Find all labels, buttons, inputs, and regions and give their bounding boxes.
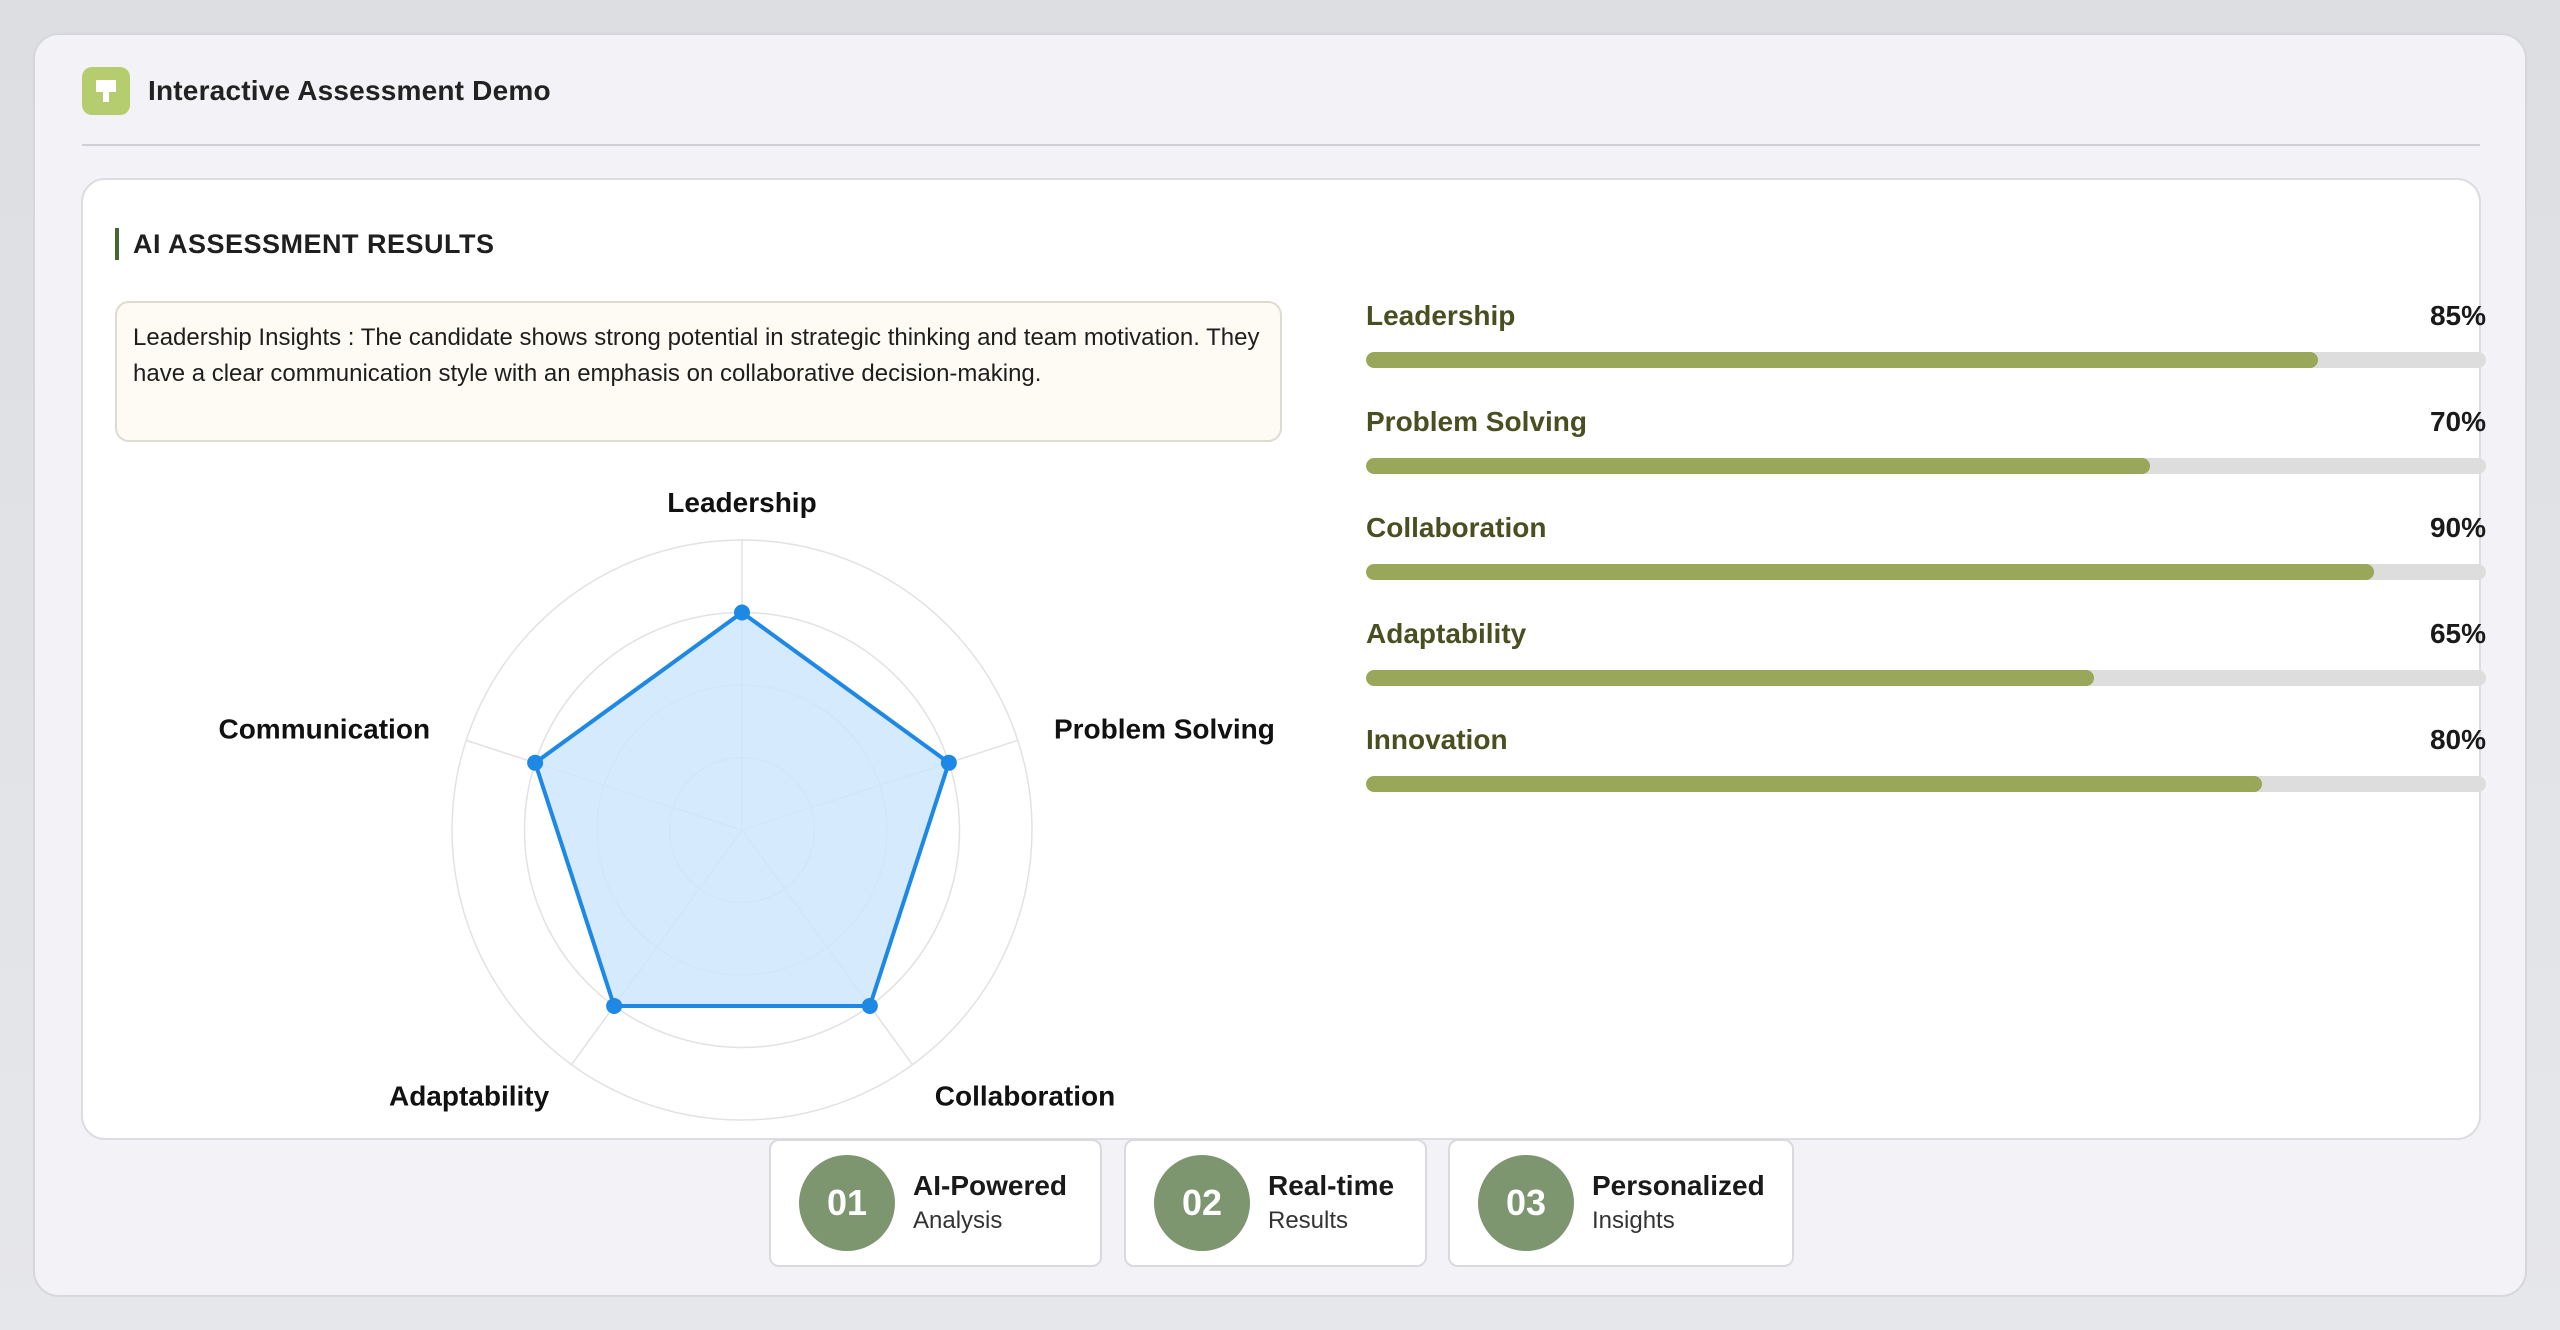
feature-subtitle: Insights (1592, 1207, 1675, 1234)
app-logo-icon (82, 67, 130, 115)
feature-number-badge: 02 (1154, 1155, 1250, 1251)
radar-point-adaptability (606, 997, 623, 1014)
feature-card-ai-analysis[interactable]: 01 AI-Powered Analysis (769, 1139, 1102, 1267)
score-fill (1366, 352, 2318, 368)
score-fill (1366, 776, 2262, 792)
score-percent: 70% (2429, 406, 2486, 437)
score-percent: 80% (2429, 724, 2486, 755)
score-track (1366, 776, 2486, 792)
feature-card-personalized-insights[interactable]: 03 Personalized Insights (1448, 1139, 1794, 1267)
radar-point-communication (527, 754, 544, 771)
radar-point-problem-solving (940, 754, 957, 771)
radar-chart-area: Leadership Problem Solving Collaboration Ad… (83, 180, 1333, 1142)
score-track (1366, 458, 2486, 474)
score-percent: 85% (2429, 300, 2486, 331)
feature-number-badge: 01 (799, 1155, 895, 1251)
score-row-problem-solving: Problem Solving 70% (1366, 406, 2486, 512)
results-card: AI ASSESSMENT RESULTS Leadership Insight… (81, 178, 2486, 1142)
title-bar: Interactive Assessment Demo (82, 66, 551, 116)
feature-title: Personalized (1592, 1170, 1765, 1201)
radar-axis-label-collaboration: Collaboration (935, 1080, 1115, 1111)
feature-number-badge: 03 (1478, 1155, 1574, 1251)
score-percent: 90% (2429, 512, 2486, 543)
radar-axis-label-adaptability: Adaptability (389, 1080, 550, 1111)
feature-subtitle: Analysis (913, 1207, 1003, 1234)
feature-strip: 01 AI-Powered Analysis 02 Real-time Resu… (35, 1139, 2529, 1269)
score-name: Leadership (1366, 300, 1516, 331)
score-row-adaptability: Adaptability 65% (1366, 618, 2486, 724)
radar-axis-label-problem-solving: Problem Solving (1054, 714, 1275, 745)
feature-title: Real-time (1268, 1170, 1395, 1201)
score-name: Collaboration (1366, 512, 1547, 543)
feature-title: AI-Powered (913, 1170, 1068, 1201)
score-name: Adaptability (1366, 618, 1527, 649)
radar-point-leadership (734, 604, 750, 621)
score-track (1366, 670, 2486, 686)
radar-point-collaboration (861, 997, 878, 1014)
score-track (1366, 564, 2486, 580)
header-divider (82, 144, 2480, 146)
score-fill (1366, 458, 2150, 474)
feature-subtitle: Results (1268, 1207, 1349, 1234)
radar-series-area (533, 610, 951, 1008)
score-fill (1366, 564, 2374, 580)
score-row-leadership: Leadership 85% (1366, 300, 2486, 406)
score-track (1366, 352, 2486, 368)
score-fill (1366, 670, 2094, 686)
radar-axis-label-communication: Communication (218, 714, 430, 745)
app-title: Interactive Assessment Demo (148, 75, 551, 106)
feature-card-realtime-results[interactable]: 02 Real-time Results (1124, 1139, 1427, 1267)
app-window: Interactive Assessment Demo AI ASSESSMEN… (33, 33, 2527, 1297)
score-name: Innovation (1366, 724, 1508, 755)
radar-axis-label-leadership: Leadership (667, 487, 816, 518)
radar-chart: Leadership Problem Solving Collaboration Ad… (218, 487, 1275, 1121)
score-name: Problem Solving (1366, 406, 1587, 437)
score-row-innovation: Innovation 80% (1366, 724, 2486, 830)
score-percent: 65% (2429, 618, 2486, 649)
score-bars: Leadership 85% Problem Solving 70% Colla… (1366, 300, 2486, 830)
score-row-collaboration: Collaboration 90% (1366, 512, 2486, 618)
